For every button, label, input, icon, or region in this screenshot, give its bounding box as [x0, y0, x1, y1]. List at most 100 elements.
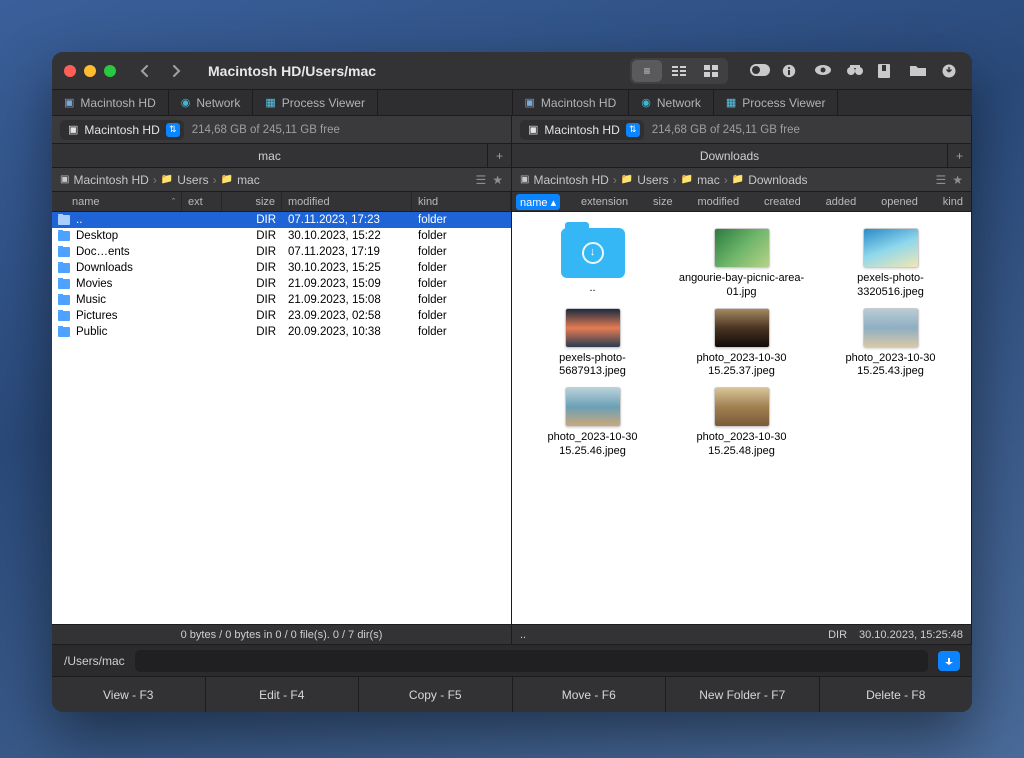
- col-size: size: [222, 192, 282, 211]
- view-columns-icon[interactable]: [664, 60, 694, 82]
- col-added[interactable]: added: [818, 192, 865, 211]
- download-icon[interactable]: [942, 64, 960, 78]
- tab-label: Process Viewer: [742, 96, 825, 110]
- tab-drive-r[interactable]: ▣Macintosh HD: [513, 90, 630, 115]
- left-column-header[interactable]: nameˆ ext size modified kind: [52, 192, 511, 212]
- view-mode-switch: ≡: [630, 58, 728, 84]
- tab-network-r[interactable]: ◉Network: [629, 90, 714, 115]
- left-file-list[interactable]: ..DIR07.11.2023, 17:23folderDesktopDIR30…: [52, 212, 511, 624]
- col-size[interactable]: size: [645, 192, 681, 211]
- folder-icon: [58, 263, 70, 273]
- grid-item[interactable]: angourie-bay-picnic-area-01.jpg: [669, 228, 814, 300]
- breadcrumb-item[interactable]: ▣Macintosh HD: [520, 173, 609, 187]
- binoculars-icon[interactable]: [846, 64, 864, 78]
- archive-icon[interactable]: [878, 64, 896, 78]
- folder-icon: [58, 279, 70, 289]
- tab-network[interactable]: ◉Network: [169, 90, 254, 115]
- tab-process[interactable]: ▦Process Viewer: [253, 90, 378, 115]
- minimize-button[interactable]: [84, 65, 96, 77]
- file-row[interactable]: Doc…entsDIR07.11.2023, 17:19folder: [52, 244, 511, 260]
- drive-selector-left[interactable]: ▣ Macintosh HD ⇅: [60, 120, 184, 140]
- drive-selector-right[interactable]: ▣ Macintosh HD ⇅: [520, 120, 644, 140]
- new-tab-left[interactable]: +: [487, 144, 511, 167]
- command-input[interactable]: [135, 650, 928, 672]
- grid-item[interactable]: photo_2023-10-30 15.25.48.jpeg: [669, 387, 814, 459]
- toggle-icon[interactable]: [750, 64, 768, 78]
- list-icon[interactable]: ☰: [935, 173, 946, 187]
- go-button[interactable]: [938, 651, 960, 671]
- file-row[interactable]: ..DIR07.11.2023, 17:23folder: [52, 212, 511, 228]
- folder-icon: 📁: [681, 174, 693, 185]
- drive-icon: ▣: [528, 123, 538, 136]
- forward-button[interactable]: [162, 59, 190, 83]
- star-icon[interactable]: ★: [492, 173, 503, 187]
- col-opened[interactable]: opened: [873, 192, 926, 211]
- grid-item[interactable]: pexels-photo-3320516.jpeg: [818, 228, 963, 300]
- tab-drive[interactable]: ▣Macintosh HD: [52, 90, 169, 115]
- breadcrumb-right[interactable]: ▣Macintosh HD›📁Users›📁mac›📁Downloads☰★: [512, 168, 972, 191]
- star-icon[interactable]: ★: [952, 173, 963, 187]
- right-column-header[interactable]: name ▴ extension size modified created addedo…: [512, 192, 971, 212]
- titlebar: Macintosh HD/Users/mac ≡: [52, 52, 972, 90]
- eye-icon[interactable]: [814, 64, 832, 78]
- breadcrumb-item[interactable]: 📁mac: [681, 173, 720, 187]
- breadcrumb-item[interactable]: 📁Users: [621, 173, 669, 187]
- grid-item[interactable]: ↓..: [520, 228, 665, 300]
- file-row[interactable]: MusicDIR21.09.2023, 15:08folder: [52, 292, 511, 308]
- drive-icon: ▣: [60, 174, 69, 185]
- col-name: name: [72, 196, 100, 208]
- breadcrumb-item[interactable]: 📁mac: [221, 173, 260, 187]
- chevron-updown-icon: ⇅: [626, 123, 640, 137]
- fn-copy[interactable]: Copy - F5: [359, 677, 513, 712]
- grid-item[interactable]: photo_2023-10-30 15.25.43.jpeg: [818, 308, 963, 380]
- folder-icon: [58, 311, 70, 321]
- list-icon[interactable]: ☰: [475, 173, 486, 187]
- new-tab-right[interactable]: +: [947, 144, 971, 167]
- folder-icon[interactable]: [910, 64, 928, 78]
- grid-item[interactable]: photo_2023-10-30 15.25.46.jpeg: [520, 387, 665, 459]
- file-row[interactable]: DesktopDIR30.10.2023, 15:22folder: [52, 228, 511, 244]
- col-kind[interactable]: kind: [935, 192, 971, 211]
- file-row[interactable]: DownloadsDIR30.10.2023, 15:25folder: [52, 260, 511, 276]
- tab-process-r[interactable]: ▦Process Viewer: [714, 90, 839, 115]
- file-row[interactable]: PublicDIR20.09.2023, 10:38folder: [52, 324, 511, 340]
- info-icon[interactable]: [782, 64, 800, 78]
- fn-move[interactable]: Move - F6: [513, 677, 667, 712]
- toolbar-icons: [750, 64, 960, 78]
- col-name[interactable]: name ▴: [516, 194, 560, 210]
- back-button[interactable]: [130, 59, 158, 83]
- col-created[interactable]: created: [756, 192, 809, 211]
- breadcrumb-item[interactable]: ▣Macintosh HD: [60, 173, 149, 187]
- fn-edit[interactable]: Edit - F4: [206, 677, 360, 712]
- breadcrumb-item[interactable]: 📁Users: [161, 173, 209, 187]
- file-row[interactable]: PicturesDIR23.09.2023, 02:58folder: [52, 308, 511, 324]
- fn-newfolder[interactable]: New Folder - F7: [666, 677, 820, 712]
- close-button[interactable]: [64, 65, 76, 77]
- tab-label: Network: [196, 96, 240, 110]
- sort-asc-icon: ˆ: [172, 197, 175, 207]
- file-row[interactable]: MoviesDIR21.09.2023, 15:09folder: [52, 276, 511, 292]
- fn-view[interactable]: View - F3: [52, 677, 206, 712]
- left-tabs-row: ▣Macintosh HD ◉Network ▦Process Viewer ▣…: [52, 90, 972, 116]
- col-modified[interactable]: modified: [690, 192, 748, 211]
- right-icon-grid[interactable]: ↓..angourie-bay-picnic-area-01.jpgpexels…: [512, 212, 971, 624]
- window-controls: [64, 65, 116, 77]
- fn-delete[interactable]: Delete - F8: [820, 677, 973, 712]
- function-bar: View - F3 Edit - F4 Copy - F5 Move - F6 …: [52, 676, 972, 712]
- image-thumbnail: [565, 387, 621, 427]
- right-status-date: 30.10.2023, 15:25:48: [859, 629, 963, 641]
- drive-icon: ▣: [520, 174, 529, 185]
- breadcrumb-left[interactable]: ▣Macintosh HD›📁Users›📁mac☰★: [52, 168, 512, 191]
- zoom-button[interactable]: [104, 65, 116, 77]
- folder-icon: [58, 295, 70, 305]
- breadcrumb-item[interactable]: 📁Downloads: [732, 173, 808, 187]
- grid-item[interactable]: pexels-photo-5687913.jpeg: [520, 308, 665, 380]
- right-pane: name ▴ extension size modified created addedo…: [512, 192, 972, 624]
- view-list-icon[interactable]: ≡: [632, 60, 662, 82]
- free-space: 214,68 GB of 245,11 GB free: [192, 124, 340, 136]
- view-grid-icon[interactable]: [696, 60, 726, 82]
- col-extension[interactable]: extension: [573, 192, 636, 211]
- grid-item[interactable]: photo_2023-10-30 15.25.37.jpeg: [669, 308, 814, 380]
- command-line: /Users/mac: [52, 644, 972, 676]
- globe-icon: ◉: [641, 96, 651, 109]
